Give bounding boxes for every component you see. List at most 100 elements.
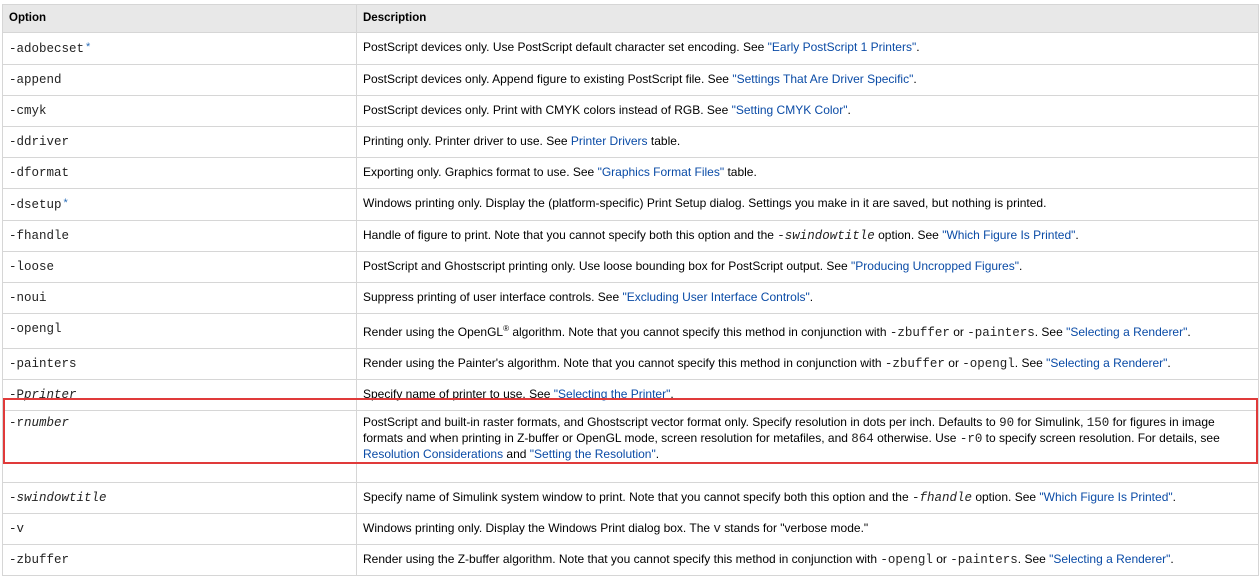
inline-code: 864 [851, 432, 874, 446]
description-tail: . [670, 387, 674, 401]
option-name: -opengl [9, 322, 62, 336]
description-link[interactable]: "Selecting a Renderer" [1046, 356, 1167, 370]
description-text: Printing only. Printer driver to use. Se… [363, 134, 571, 148]
description-text: option. See [874, 228, 943, 242]
table-row: -zbuffer Render using the Z-buffer algor… [2, 544, 1259, 576]
description-link[interactable]: "Selecting a Renderer" [1066, 325, 1187, 339]
inline-code: -opengl [880, 553, 933, 567]
description-text: Specify name of printer to use. See [363, 387, 554, 401]
description-link[interactable]: "Selecting a Renderer" [1049, 552, 1170, 566]
description-text: to specify screen resolution. For detail… [982, 431, 1220, 445]
option-name: -cmyk [9, 104, 47, 118]
description-cell: Handle of figure to print. Note that you… [356, 220, 1259, 252]
option-cell: -swindowtitle [2, 482, 357, 514]
print-options-table: Option Description -adobecset * PostScrip… [2, 4, 1259, 576]
footnote-star: * [86, 41, 91, 53]
inline-code: -painters [950, 553, 1018, 567]
description-link[interactable]: "Excluding User Interface Controls" [622, 290, 809, 304]
description-text: . See [1014, 356, 1047, 370]
description-text: PostScript and built-in raster formats, … [363, 415, 1000, 429]
description-link[interactable]: "Graphics Format Files" [598, 165, 725, 179]
description-text: or [932, 552, 951, 566]
description-text: otherwise. Use [873, 431, 960, 445]
description-text: Render using the Painter's algorithm. No… [363, 356, 885, 370]
inline-code: v [713, 522, 721, 536]
option-cell: -opengl [2, 313, 357, 349]
option-cell: -cmyk [2, 95, 357, 127]
option-name-prefix: -P [9, 388, 25, 402]
description-link[interactable]: "Setting CMYK Color" [732, 103, 848, 117]
description-tail: . [913, 72, 917, 86]
column-header-option: Option [2, 4, 357, 33]
description-cell: PostScript devices only. Append figure t… [356, 64, 1259, 96]
option-name: -dsetup [9, 198, 62, 212]
option-name: -fhandle [9, 229, 70, 243]
description-cell: PostScript devices only. Use PostScript … [356, 32, 1259, 65]
description-text: . See [1017, 552, 1050, 566]
option-name: -adobecset [9, 42, 85, 56]
description-cell: Render using the Z-buffer algorithm. Not… [356, 544, 1259, 576]
description-text: for Simulink, [1014, 415, 1087, 429]
description-cell: Printing only. Printer driver to use. Se… [356, 126, 1259, 158]
option-name-argument: number [24, 416, 70, 430]
description-tail: . [847, 103, 851, 117]
option-name: -noui [9, 291, 47, 305]
option-cell: -v [2, 513, 357, 545]
table-row: -dformat Exporting only. Graphics format… [2, 157, 1259, 189]
description-text: Specify name of Simulink system window t… [363, 490, 912, 504]
description-link[interactable]: Printer Drivers [571, 134, 648, 148]
table-row: -v Windows printing only. Display the Wi… [2, 513, 1259, 545]
option-cell: -append [2, 64, 357, 96]
description-tail: . [916, 40, 920, 54]
description-text: Windows printing only. Display the Windo… [363, 521, 714, 535]
description-cell: Suppress printing of user interface cont… [356, 282, 1259, 314]
description-cell: Render using the Painter's algorithm. No… [356, 348, 1259, 380]
description-tail: . [1187, 325, 1191, 339]
description-tail: table. [647, 134, 681, 148]
footnote-star: * [63, 197, 68, 209]
inline-code: -swindowtitle [777, 229, 875, 243]
inline-code: -r0 [959, 432, 983, 446]
table-row: -ddriver Printing only. Printer driver t… [2, 126, 1259, 158]
description-text: algorithm. Note that you cannot specify … [509, 325, 890, 339]
description-link[interactable]: "Selecting the Printer" [554, 387, 671, 401]
description-tail: . [655, 447, 660, 461]
description-text: option. See [972, 490, 1040, 504]
option-cell: -fhandle [2, 220, 357, 252]
table-row: -adobecset * PostScript devices only. Use… [2, 32, 1259, 65]
description-link[interactable]: "Which Figure Is Printed" [1039, 490, 1172, 504]
description-link[interactable]: "Settings That Are Driver Specific" [732, 72, 913, 86]
inline-code: -opengl [962, 357, 1015, 371]
inline-code: -zbuffer [884, 357, 945, 371]
description-text: PostScript devices only. Use PostScript … [363, 40, 768, 54]
description-link[interactable]: Resolution Considerations [363, 447, 503, 461]
option-cell: -loose [2, 251, 357, 283]
description-cell: Specify name of Simulink system window t… [356, 482, 1259, 514]
description-cell: PostScript devices only. Print with CMYK… [356, 95, 1259, 127]
description-link[interactable]: "Which Figure Is Printed" [942, 228, 1075, 242]
description-tail: . [1172, 490, 1176, 504]
description-link[interactable]: "Setting the Resolution" [530, 447, 656, 461]
table-row: -painters Render using the Painter's alg… [2, 348, 1259, 380]
description-tail: table. [724, 165, 757, 179]
option-cell: -dsetup * [2, 188, 357, 221]
description-cell: Exporting only. Graphics format to use. … [356, 157, 1259, 189]
table-row: -Pprinter Specify name of printer to use… [2, 379, 1259, 411]
description-tail: . [1075, 228, 1079, 242]
table-row: -dsetup * Windows printing only. Display … [2, 188, 1259, 221]
description-text: . See [1034, 325, 1067, 339]
table-row: -swindowtitle Specify name of Simulink s… [2, 482, 1259, 514]
option-name-prefix: - [9, 491, 17, 505]
description-text: Exporting only. Graphics format to use. … [363, 165, 598, 179]
description-text: Suppress printing of user interface cont… [363, 290, 623, 304]
table-row: -fhandle Handle of figure to print. Note… [2, 220, 1259, 252]
inline-code: 90 [999, 416, 1015, 430]
option-cell: -adobecset * [2, 32, 357, 65]
option-name-argument: printer [24, 388, 77, 402]
description-text: PostScript devices only. Print with CMYK… [363, 103, 732, 117]
description-text: Render using the Z-buffer algorithm. Not… [363, 552, 881, 566]
option-name: -zbuffer [9, 553, 70, 567]
description-link[interactable]: "Producing Uncropped Figures" [851, 259, 1019, 273]
option-name: -dformat [9, 166, 70, 180]
description-link[interactable]: "Early PostScript 1 Printers" [768, 40, 917, 54]
